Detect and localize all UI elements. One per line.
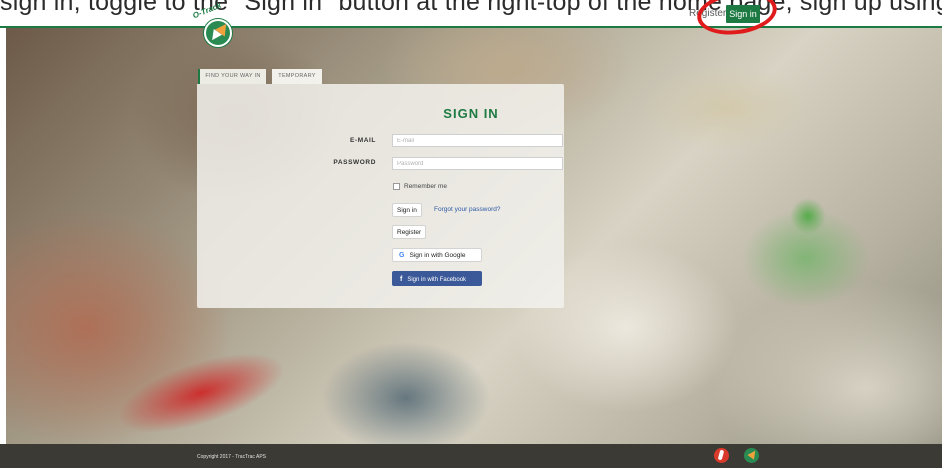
instruction-banner: sign in, toggle to the "Sign in" button …: [0, 0, 942, 28]
password-field[interactable]: [392, 157, 563, 170]
email-field[interactable]: [392, 134, 563, 147]
hero-red-strap: [110, 338, 292, 444]
hero-green-spot: [790, 198, 826, 234]
remember-me-checkbox[interactable]: [393, 183, 400, 190]
o-track-compass-icon[interactable]: [744, 448, 759, 463]
tab-temporary[interactable]: TEMPORARY: [272, 69, 322, 84]
header-sign-in-button[interactable]: Sign in: [726, 5, 760, 23]
password-label: PASSWORD: [333, 159, 376, 166]
banner-text: sign in, toggle to the "Sign in" button …: [0, 0, 942, 16]
google-button-label: Sign in with Google: [409, 252, 466, 259]
red-brand-icon[interactable]: [714, 448, 729, 463]
remember-me[interactable]: Remember me: [393, 183, 447, 190]
email-label: E-MAIL: [350, 137, 376, 144]
facebook-sign-in-button[interactable]: f Sign in with Facebook: [392, 271, 482, 286]
o-track-logo[interactable]: O-Track: [190, 1, 236, 47]
google-sign-in-button[interactable]: G Sign in with Google: [392, 248, 482, 262]
register-button[interactable]: Register: [392, 225, 427, 239]
tab-find-your-way-in[interactable]: FIND YOUR WAY IN: [198, 69, 266, 84]
footer: Copyright 2017 - TracTrac APS: [0, 444, 942, 468]
sign-in-button[interactable]: Sign in: [392, 203, 422, 217]
page-title: SIGN IN: [443, 106, 499, 121]
copyright-text: Copyright 2017 - TracTrac APS: [197, 454, 267, 460]
forgot-password-link[interactable]: Forgot your password?: [434, 206, 500, 213]
header-register-link[interactable]: Register: [689, 8, 726, 19]
compass-logo-icon: [204, 19, 232, 47]
remember-me-label: Remember me: [404, 183, 447, 191]
google-icon: G: [399, 252, 405, 259]
facebook-icon: f: [400, 276, 403, 283]
facebook-button-label: Sign in with Facebook: [407, 277, 467, 283]
